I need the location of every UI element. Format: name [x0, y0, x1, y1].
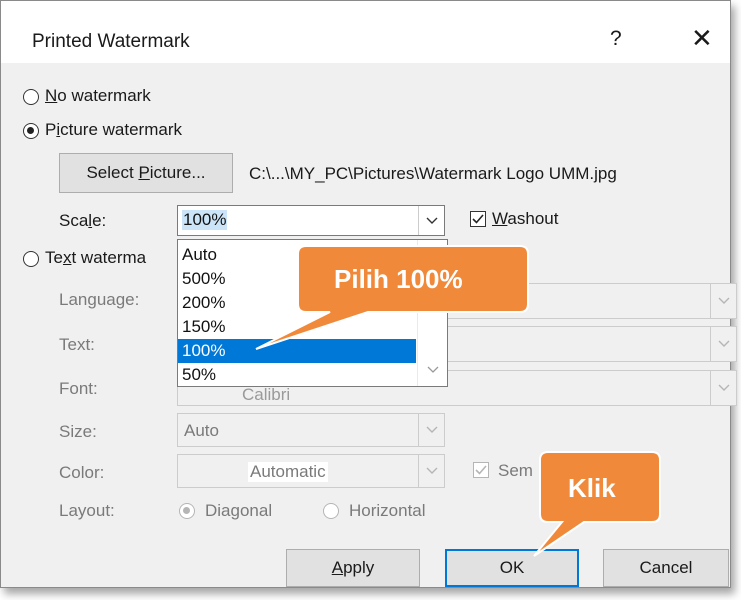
- layout-diagonal-radio: [179, 503, 195, 519]
- picture-watermark-radio[interactable]: [23, 123, 39, 139]
- size-value: Auto: [184, 421, 219, 440]
- chevron-down-icon: [710, 371, 736, 405]
- help-button[interactable]: ?: [610, 27, 622, 51]
- close-icon[interactable]: ✕: [691, 23, 713, 54]
- chevron-down-icon: [418, 455, 444, 487]
- chevron-down-icon: [710, 284, 736, 318]
- text-combobox: [441, 326, 737, 362]
- scale-combobox[interactable]: 100%: [177, 205, 445, 236]
- language-label: Language:: [59, 290, 140, 309]
- chevron-down-icon[interactable]: [418, 206, 444, 235]
- layout-label: Layout:: [59, 501, 115, 520]
- color-combobox: Automatic: [177, 454, 445, 488]
- dropdown-scrollbar[interactable]: [417, 240, 447, 386]
- no-watermark-radio[interactable]: [23, 89, 39, 105]
- semitransparent-label: Sem: [498, 461, 533, 480]
- scale-option-150[interactable]: 150%: [178, 315, 416, 339]
- ok-callout-text: Klik: [568, 473, 616, 503]
- scroll-down-icon: [427, 366, 439, 373]
- color-value: Automatic: [248, 462, 328, 482]
- cancel-button[interactable]: Cancel: [603, 549, 729, 587]
- text-label: Text:: [59, 335, 95, 354]
- ok-button[interactable]: OK: [445, 549, 579, 587]
- scale-option-50[interactable]: 50%: [178, 363, 416, 387]
- title-bar: Printed Watermark ? ✕: [1, 1, 730, 63]
- color-label: Color:: [59, 463, 105, 482]
- dialog-title: Printed Watermark: [32, 31, 190, 52]
- scale-option-100[interactable]: 100%: [178, 339, 416, 363]
- size-combobox: Auto: [177, 413, 445, 447]
- scale-callout-text: Pilih 100%: [334, 264, 463, 294]
- scale-value: 100%: [182, 210, 228, 230]
- text-watermark-radio[interactable]: [23, 251, 39, 267]
- picture-path: C:\...\MY_PC\Pictures\Watermark Logo UMM…: [249, 164, 617, 183]
- no-watermark-label[interactable]: No watermark: [45, 86, 151, 106]
- chevron-down-icon: [418, 414, 444, 446]
- layout-diagonal-label: Diagonal: [205, 501, 273, 520]
- apply-button[interactable]: Apply: [286, 549, 420, 587]
- washout-label[interactable]: Washout: [492, 209, 558, 229]
- select-picture-button[interactable]: Select Picture...: [59, 153, 233, 193]
- washout-checkbox[interactable]: [470, 211, 486, 227]
- scale-label: Scale:: [59, 211, 107, 230]
- size-label: Size:: [59, 422, 97, 441]
- semitransparent-checkbox: [473, 462, 489, 478]
- font-value: Calibri: [242, 385, 291, 404]
- layout-horizontal-label: Horizontal: [349, 501, 426, 520]
- scale-dropdown-list[interactable]: Auto 500% 200% 150% 100% 50%: [177, 239, 448, 387]
- layout-horizontal-radio: [323, 503, 339, 519]
- font-label: Font:: [59, 379, 98, 398]
- text-watermark-label[interactable]: Text waterma: [45, 248, 146, 268]
- picture-watermark-label[interactable]: Picture watermark: [45, 120, 182, 140]
- chevron-down-icon: [710, 327, 736, 361]
- language-combobox: [441, 283, 737, 319]
